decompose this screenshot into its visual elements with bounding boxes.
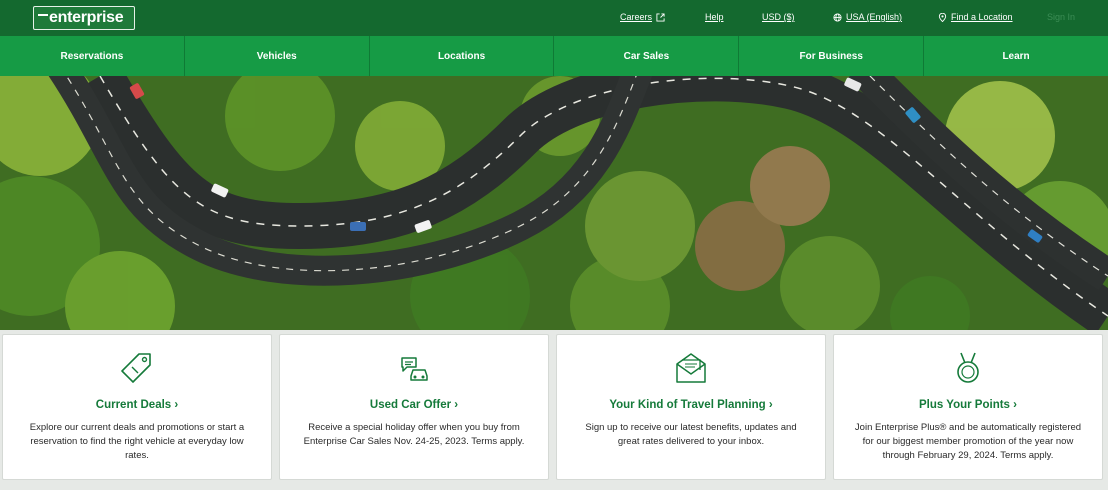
- nav-reservations[interactable]: Reservations: [0, 36, 185, 76]
- location-pin-icon: [938, 12, 947, 22]
- card-plus-your-points[interactable]: Plus Your Points › Join Enterprise Plus®…: [833, 334, 1103, 480]
- logo-text: enterprise: [49, 9, 124, 26]
- card-travel-planning[interactable]: Your Kind of Travel Planning › Sign up t…: [556, 334, 826, 480]
- price-tag-icon: [121, 353, 151, 383]
- medal-icon: [957, 352, 979, 383]
- card-description: Receive a special holiday offer when you…: [303, 422, 525, 447]
- sign-in-link[interactable]: Sign In: [1047, 12, 1075, 22]
- globe-icon: [833, 12, 842, 22]
- mail-envelope-icon: [676, 353, 706, 383]
- card-current-deals[interactable]: Current Deals › Explore our current deal…: [2, 334, 272, 480]
- card-description: Join Enterprise Plus® and be automatical…: [854, 422, 1082, 461]
- language-selector[interactable]: USA (English): [833, 12, 902, 22]
- card-title[interactable]: Current Deals ›: [3, 399, 271, 411]
- find-location-link[interactable]: Find a Location: [938, 12, 1013, 22]
- nav-vehicles[interactable]: Vehicles: [185, 36, 370, 76]
- find-location-label: Find a Location: [951, 12, 1013, 22]
- careers-label: Careers: [620, 12, 653, 22]
- nav-for-business[interactable]: For Business: [739, 36, 925, 76]
- card-description: Sign up to receive our latest benefits, …: [585, 422, 797, 447]
- external-link-icon: [656, 12, 665, 22]
- card-title[interactable]: Your Kind of Travel Planning ›: [557, 399, 825, 411]
- help-link[interactable]: Help: [705, 12, 724, 22]
- hero-image: [0, 76, 1108, 330]
- currency-selector[interactable]: USD ($): [762, 12, 795, 22]
- hero-forest-road-illustration: [0, 76, 1108, 330]
- main-navigation: Reservations Vehicles Locations Car Sale…: [0, 36, 1108, 76]
- used-car-chat-icon: [401, 357, 428, 381]
- nav-learn[interactable]: Learn: [924, 36, 1108, 76]
- card-used-car-offer[interactable]: Used Car Offer › Receive a special holid…: [279, 334, 549, 480]
- card-description: Explore our current deals and promotions…: [29, 422, 245, 461]
- card-title[interactable]: Plus Your Points ›: [834, 399, 1102, 411]
- top-utility-bar: enterprise Careers Help USD ($) USA (Eng…: [0, 0, 1108, 36]
- nav-car-sales[interactable]: Car Sales: [554, 36, 740, 76]
- card-title[interactable]: Used Car Offer ›: [280, 399, 548, 411]
- nav-locations[interactable]: Locations: [370, 36, 555, 76]
- language-label: USA (English): [846, 12, 903, 22]
- enterprise-logo[interactable]: enterprise: [33, 6, 135, 30]
- logo-mark: [38, 13, 48, 16]
- promo-cards-section: Current Deals › Explore our current deal…: [0, 330, 1108, 490]
- careers-link[interactable]: Careers: [620, 12, 665, 22]
